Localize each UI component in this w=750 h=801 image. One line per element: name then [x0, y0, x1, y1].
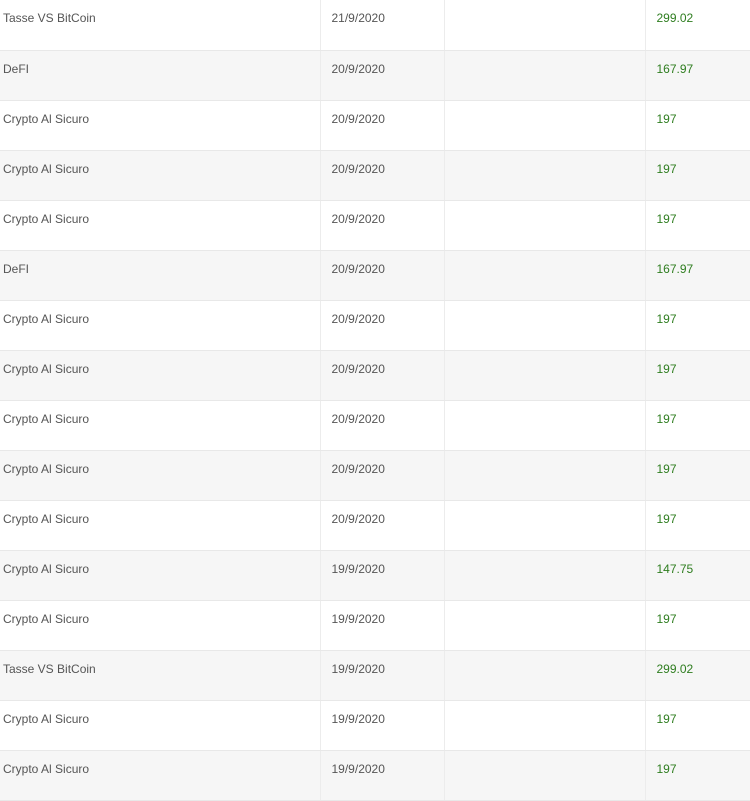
product-name-cell: Crypto Al Sicuro: [0, 100, 321, 151]
orders-table-body: Tasse VS BitCoin 21/9/2020 299.02 DeFI 2…: [0, 0, 750, 801]
table-row: Crypto Al Sicuro 20/9/2020 197: [0, 150, 750, 201]
table-row: Crypto Al Sicuro 19/9/2020 147.75: [0, 550, 750, 601]
empty-cell: [444, 400, 646, 451]
table-row: Crypto Al Sicuro 20/9/2020 197: [0, 300, 750, 351]
amount-cell: 197: [645, 150, 750, 201]
amount-cell: 197: [645, 450, 750, 501]
amount-cell: 299.02: [645, 650, 750, 701]
empty-cell: [444, 650, 646, 701]
table-row: DeFI 20/9/2020 167.97: [0, 250, 750, 301]
order-date-cell: 21/9/2020: [320, 0, 445, 51]
product-name-cell: Crypto Al Sicuro: [0, 500, 321, 551]
table-row: Crypto Al Sicuro 20/9/2020 197: [0, 450, 750, 501]
table-row: Tasse VS BitCoin 21/9/2020 299.02: [0, 0, 750, 51]
product-name-cell: Crypto Al Sicuro: [0, 200, 321, 251]
product-name-cell: Crypto Al Sicuro: [0, 700, 321, 751]
order-date-cell: 20/9/2020: [320, 300, 445, 351]
order-date-cell: 20/9/2020: [320, 400, 445, 451]
order-date-cell: 19/9/2020: [320, 750, 445, 801]
table-row: Crypto Al Sicuro 20/9/2020 197: [0, 350, 750, 401]
orders-table: Tasse VS BitCoin 21/9/2020 299.02 DeFI 2…: [0, 0, 750, 801]
product-name-cell: Crypto Al Sicuro: [0, 300, 321, 351]
amount-cell: 197: [645, 750, 750, 801]
empty-cell: [444, 750, 646, 801]
product-name-cell: Crypto Al Sicuro: [0, 450, 321, 501]
empty-cell: [444, 300, 646, 351]
order-date-cell: 19/9/2020: [320, 600, 445, 651]
amount-cell: 197: [645, 350, 750, 401]
table-row: Crypto Al Sicuro 19/9/2020 197: [0, 600, 750, 651]
amount-cell: 197: [645, 400, 750, 451]
empty-cell: [444, 350, 646, 401]
table-row: DeFI 20/9/2020 167.97: [0, 50, 750, 101]
product-name-cell: Crypto Al Sicuro: [0, 600, 321, 651]
amount-cell: 299.02: [645, 0, 750, 51]
product-name-cell: Tasse VS BitCoin: [0, 0, 321, 51]
table-row: Crypto Al Sicuro 20/9/2020 197: [0, 400, 750, 451]
amount-cell: 197: [645, 100, 750, 151]
empty-cell: [444, 600, 646, 651]
product-name-cell: Crypto Al Sicuro: [0, 350, 321, 401]
order-date-cell: 20/9/2020: [320, 50, 445, 101]
empty-cell: [444, 250, 646, 301]
product-name-cell: Crypto Al Sicuro: [0, 550, 321, 601]
product-name-cell: DeFI: [0, 250, 321, 301]
empty-cell: [444, 100, 646, 151]
empty-cell: [444, 150, 646, 201]
product-name-cell: Crypto Al Sicuro: [0, 750, 321, 801]
empty-cell: [444, 200, 646, 251]
order-date-cell: 20/9/2020: [320, 200, 445, 251]
product-name-cell: Crypto Al Sicuro: [0, 150, 321, 201]
empty-cell: [444, 0, 646, 51]
order-date-cell: 20/9/2020: [320, 100, 445, 151]
order-date-cell: 19/9/2020: [320, 650, 445, 701]
amount-cell: 147.75: [645, 550, 750, 601]
empty-cell: [444, 550, 646, 601]
order-date-cell: 20/9/2020: [320, 450, 445, 501]
order-date-cell: 19/9/2020: [320, 700, 445, 751]
table-row: Crypto Al Sicuro 19/9/2020 197: [0, 750, 750, 801]
table-row: Crypto Al Sicuro 19/9/2020 197: [0, 700, 750, 751]
empty-cell: [444, 500, 646, 551]
amount-cell: 197: [645, 500, 750, 551]
order-date-cell: 20/9/2020: [320, 250, 445, 301]
amount-cell: 197: [645, 200, 750, 251]
order-date-cell: 20/9/2020: [320, 500, 445, 551]
order-date-cell: 20/9/2020: [320, 350, 445, 401]
product-name-cell: Crypto Al Sicuro: [0, 400, 321, 451]
empty-cell: [444, 50, 646, 101]
table-row: Crypto Al Sicuro 20/9/2020 197: [0, 100, 750, 151]
amount-cell: 197: [645, 700, 750, 751]
table-row: Crypto Al Sicuro 20/9/2020 197: [0, 500, 750, 551]
product-name-cell: DeFI: [0, 50, 321, 101]
amount-cell: 167.97: [645, 250, 750, 301]
table-row: Tasse VS BitCoin 19/9/2020 299.02: [0, 650, 750, 701]
order-date-cell: 19/9/2020: [320, 550, 445, 601]
empty-cell: [444, 450, 646, 501]
amount-cell: 197: [645, 600, 750, 651]
amount-cell: 167.97: [645, 50, 750, 101]
amount-cell: 197: [645, 300, 750, 351]
table-row: Crypto Al Sicuro 20/9/2020 197: [0, 200, 750, 251]
product-name-cell: Tasse VS BitCoin: [0, 650, 321, 701]
empty-cell: [444, 700, 646, 751]
order-date-cell: 20/9/2020: [320, 150, 445, 201]
